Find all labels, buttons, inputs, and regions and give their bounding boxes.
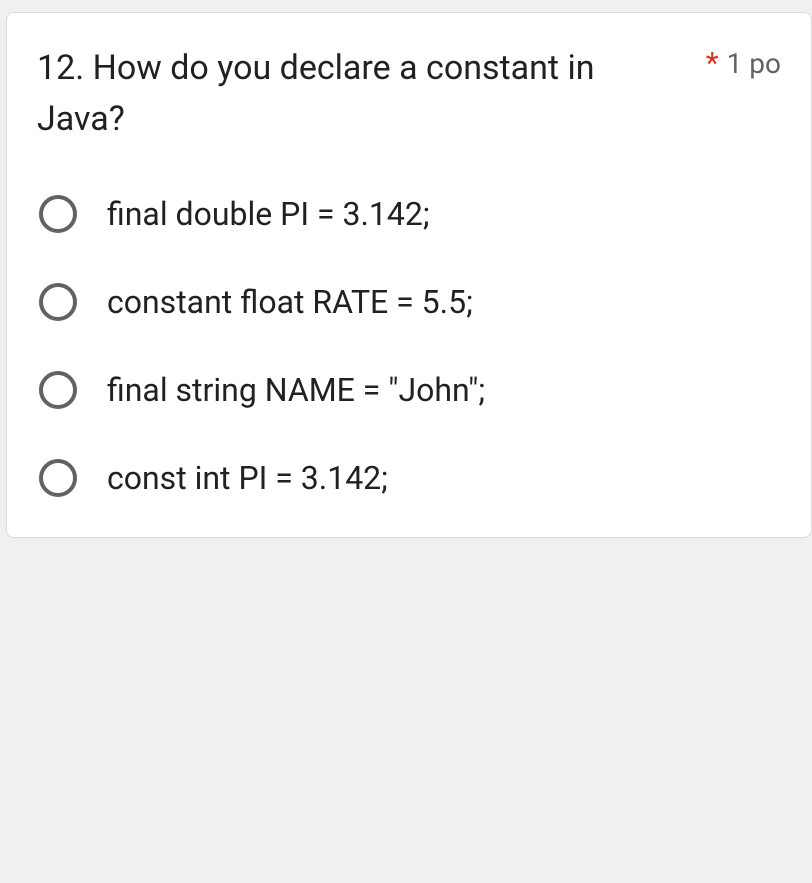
required-star-icon: * (706, 49, 719, 79)
points-label: 1 po (727, 47, 781, 80)
radio-icon[interactable] (39, 195, 77, 233)
radio-icon[interactable] (39, 371, 77, 409)
question-number: 12. (37, 48, 84, 88)
question-text: 12. How do you declare a constant in Jav… (37, 43, 597, 145)
points-area: * 1 po (706, 47, 781, 80)
option-4[interactable]: const int PI = 3.142; (39, 459, 781, 497)
option-label: final double PI = 3.142; (107, 195, 430, 233)
option-1[interactable]: final double PI = 3.142; (39, 195, 781, 233)
question-card: 12. How do you declare a constant in Jav… (6, 12, 812, 538)
question-header: 12. How do you declare a constant in Jav… (37, 43, 781, 145)
options-list: final double PI = 3.142; constant float … (37, 195, 781, 497)
question-body: How do you declare a constant in Java? (37, 48, 595, 139)
option-2[interactable]: constant float RATE = 5.5; (39, 283, 781, 321)
radio-icon[interactable] (39, 459, 77, 497)
option-3[interactable]: final string NAME = "John"; (39, 371, 781, 409)
option-label: constant float RATE = 5.5; (107, 283, 473, 321)
option-label: const int PI = 3.142; (107, 459, 388, 497)
radio-icon[interactable] (39, 283, 77, 321)
option-label: final string NAME = "John"; (107, 371, 485, 409)
